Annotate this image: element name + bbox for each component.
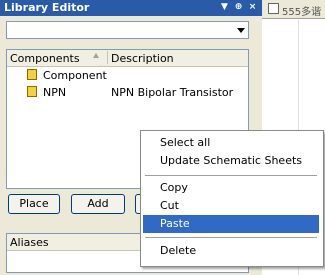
document-tab[interactable]: 555多谐 [262,0,325,19]
components-list-header: Components Description [7,50,248,67]
menu-item-delete[interactable]: Delete [143,242,319,260]
panel-title-bar: Library Editor ▼ ⊕ × [0,0,262,16]
menu-item-select-all[interactable]: Select all [143,134,319,152]
close-icon[interactable]: × [247,2,258,13]
context-menu: Select all Update Schematic Sheets Copy … [140,130,324,267]
schematic-document-icon [268,3,279,14]
sort-ascending-icon [93,53,99,58]
document-tab-label: 555多谐 [282,7,322,18]
component-name: NPN [43,86,67,99]
component-icon [27,69,37,80]
component-description: NPN Bipolar Transistor [111,86,234,99]
menu-separator [145,237,317,238]
component-name: Component... [43,69,107,82]
component-filter-dropdown[interactable] [6,21,249,39]
panel-title: Library Editor [4,1,90,14]
menu-separator [145,175,317,176]
column-divider[interactable] [107,51,108,64]
menu-item-paste[interactable]: Paste [143,215,319,233]
add-button[interactable]: Add [71,194,125,214]
pin-icon[interactable]: ⊕ [233,2,244,13]
column-header-components[interactable]: Components [10,52,80,65]
place-button[interactable]: Place [8,194,60,214]
chevron-down-icon[interactable] [237,28,245,33]
panel-menu-dropdown-icon[interactable]: ▼ [219,2,230,13]
column-header-aliases[interactable]: Aliases [10,236,49,249]
menu-item-update-schematic-sheets[interactable]: Update Schematic Sheets [143,152,319,170]
menu-item-cut[interactable]: Cut [143,197,319,215]
list-item[interactable]: NPN NPN Bipolar Transistor [7,84,248,100]
column-header-description[interactable]: Description [111,52,174,65]
list-item[interactable]: Component... [7,67,248,83]
menu-item-copy[interactable]: Copy [143,179,319,197]
component-icon [27,86,37,97]
